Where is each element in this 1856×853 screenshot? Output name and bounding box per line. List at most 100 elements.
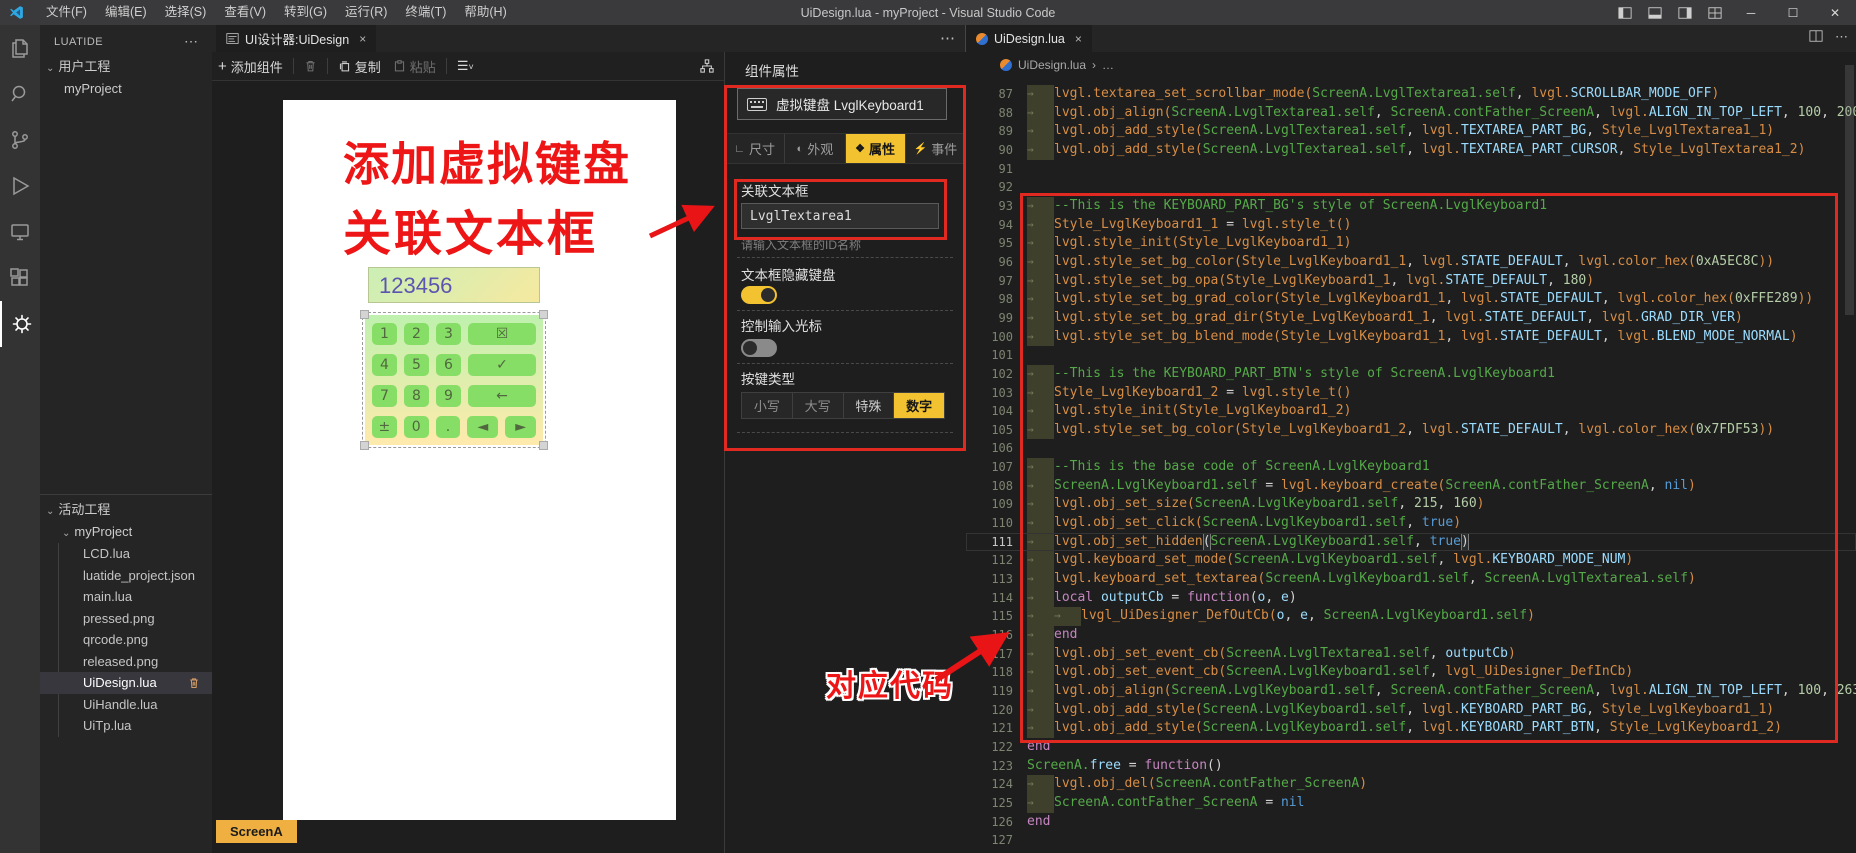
scrollbar-thumb[interactable]	[1845, 65, 1854, 315]
explorer-icon[interactable]	[0, 25, 40, 71]
code-line[interactable]: 111 → lvgl.obj_set_hidden(ScreenA.LvglKeyb…	[966, 532, 1856, 552]
code-line[interactable]: 116 → end	[966, 626, 1856, 645]
file-item[interactable]: LCD.lua	[40, 543, 212, 565]
resize-handle[interactable]	[360, 441, 369, 450]
code-line[interactable]: 89 → lvgl.obj_add_style(ScreenA.LvglTextar…	[966, 122, 1856, 141]
properties-tab-尺寸[interactable]: ∟ 尺寸	[725, 134, 786, 163]
toggle-secondary-sidebar-icon[interactable]	[1670, 0, 1700, 25]
code-line[interactable]: 98 → lvgl.style_set_bg_grad_color(Style_Lv…	[966, 290, 1856, 309]
file-item[interactable]: UiDesign.lua	[40, 672, 212, 694]
remote-explorer-icon[interactable]	[0, 209, 40, 255]
minimize-button[interactable]: ─	[1730, 0, 1772, 25]
component-list-button[interactable]: ☰˅	[457, 58, 474, 74]
tab-uidesign-lua[interactable]: UiDesign.lua ×	[966, 25, 1092, 52]
delete-component-button[interactable]	[304, 59, 317, 73]
key-button[interactable]: 2	[404, 323, 429, 345]
resize-handle[interactable]	[539, 310, 548, 319]
file-item[interactable]: luatide_project.json	[40, 565, 212, 587]
lvgl-textarea-widget[interactable]: 123456	[368, 267, 540, 303]
copy-button[interactable]: 复制	[338, 57, 381, 76]
code-line[interactable]: 121 → lvgl.obj_add_style(ScreenA.LvglKeybo…	[966, 719, 1856, 738]
code-line[interactable]: 110 → lvgl.obj_set_click(ScreenA.LvglKeybo…	[966, 514, 1856, 533]
key-type-option[interactable]: 大写	[793, 393, 844, 418]
code-line[interactable]: 125 → ScreenA.contFather_ScreenA = nil	[966, 793, 1856, 813]
code-line[interactable]: 88 → lvgl.obj_align(ScreenA.LvglTextarea1.…	[966, 103, 1856, 123]
code-line[interactable]: 101	[966, 346, 1856, 365]
code-line[interactable]: 104 → lvgl.style_init(Style_LvglKeyboard1_…	[966, 402, 1856, 421]
screen-tab-screena[interactable]: ScreenA	[216, 820, 297, 843]
paste-button[interactable]: 粘贴	[393, 57, 436, 76]
code-line[interactable]: 91	[966, 160, 1856, 179]
code-line[interactable]: 97 → lvgl.style_set_bg_opa(Style_LvglKeybo…	[966, 271, 1856, 291]
add-component-button[interactable]: + 添加组件	[218, 57, 283, 76]
key-button[interactable]: 6	[436, 354, 461, 376]
code-line[interactable]: 124 → lvgl.obj_del(ScreenA.contFather_Scre…	[966, 775, 1856, 794]
key-button[interactable]: ►	[505, 416, 536, 438]
toggle-sidebar-icon[interactable]	[1610, 0, 1640, 25]
code-line[interactable]: 115 → → lvgl_UiDesigner_DefOutCb(o, e, Scre…	[966, 607, 1856, 627]
key-button[interactable]: ☒	[468, 323, 536, 345]
file-item[interactable]: pressed.png	[40, 608, 212, 630]
code-area[interactable]: 87 → lvgl.textarea_set_scrollbar_mode(Scre…	[966, 85, 1856, 853]
code-line[interactable]: 117 → lvgl.obj_set_event_cb(ScreenA.LvglTe…	[966, 644, 1856, 664]
file-item[interactable]: main.lua	[40, 586, 212, 608]
code-line[interactable]: 106	[966, 439, 1856, 458]
code-line[interactable]: 127	[966, 831, 1856, 850]
key-button[interactable]: 8	[404, 385, 429, 407]
key-type-option[interactable]: 特殊	[844, 393, 895, 418]
code-line[interactable]: 114 → local outputCb = function(o, e)	[966, 588, 1856, 608]
key-button[interactable]: 9	[436, 385, 461, 407]
section-user-project[interactable]: ⌄ 用户工程	[40, 56, 212, 78]
close-button[interactable]: ✕	[1814, 0, 1856, 25]
key-button[interactable]: ◄	[467, 416, 499, 438]
key-button[interactable]: 5	[404, 354, 429, 376]
breadcrumb-more[interactable]: …	[1102, 58, 1114, 72]
code-line[interactable]: 100 → lvgl.style_set_bg_blend_mode(Style_L…	[966, 327, 1856, 347]
split-editor-icon[interactable]	[1809, 29, 1823, 46]
file-item[interactable]: released.png	[40, 651, 212, 673]
code-line[interactable]: 102 → --This is the KEYBOARD_PART_BTN's st…	[966, 364, 1856, 384]
resize-handle[interactable]	[539, 441, 548, 450]
code-line[interactable]: 105 → lvgl.style_set_bg_color(Style_LvglKe…	[966, 420, 1856, 440]
key-button[interactable]: 4	[372, 354, 397, 376]
run-debug-icon[interactable]	[0, 163, 40, 209]
sidebar-more-icon[interactable]: ⋯	[184, 33, 198, 50]
toggle-panel-icon[interactable]	[1640, 0, 1670, 25]
code-line[interactable]: 120 → lvgl.obj_add_style(ScreenA.LvglKeybo…	[966, 700, 1856, 720]
key-type-option[interactable]: 数字	[894, 393, 944, 418]
close-icon[interactable]: ×	[1075, 32, 1082, 46]
menu-item[interactable]: 帮助(H)	[455, 0, 515, 25]
properties-tab-外观[interactable]: ◐ 外观	[785, 134, 846, 163]
file-item[interactable]: qrcode.png	[40, 629, 212, 651]
code-line[interactable]: 109 → lvgl.obj_set_size(ScreenA.LvglKeyboa…	[966, 495, 1856, 515]
lvgl-keyboard-widget[interactable]: 1 2 3 ☒ 4 5 6 ✓ 7 8 9 ← ±0. ◄ ►	[360, 310, 548, 450]
code-line[interactable]: 112 → lvgl.keyboard_set_mode(ScreenA.LvglK…	[966, 551, 1856, 571]
control-cursor-toggle[interactable]	[741, 339, 777, 357]
selected-component-button[interactable]: 虚拟键盘 LvglKeyboard1	[737, 88, 947, 120]
menu-item[interactable]: 文件(F)	[37, 0, 96, 25]
code-line[interactable]: 95 → lvgl.style_init(Style_LvglKeyboard1_1…	[966, 234, 1856, 253]
menu-item[interactable]: 转到(G)	[275, 0, 336, 25]
designer-group-more-icon[interactable]: ⋯	[940, 29, 955, 47]
properties-tab-属性[interactable]: ❖ 属性	[845, 134, 906, 163]
resize-handle[interactable]	[360, 310, 369, 319]
menu-item[interactable]: 选择(S)	[156, 0, 216, 25]
code-line[interactable]: 99 → lvgl.style_set_bg_grad_dir(Style_Lvgl…	[966, 308, 1856, 328]
code-line[interactable]: 113 → lvgl.keyboard_set_textarea(ScreenA.L…	[966, 570, 1856, 589]
code-line[interactable]: 94 → Style_LvglKeyboard1_1 = lvgl.style_t(…	[966, 215, 1856, 235]
tree-item-myproject[interactable]: myProject	[40, 78, 212, 100]
design-canvas[interactable]: 添加虚拟键盘 关联文本框 123456 1 2 3 ☒ 4 5 6 ✓ 7 8 9 ← ±0. ◄ ►	[283, 100, 676, 820]
tree-item-active-myproject[interactable]: ⌄ myProject	[40, 521, 212, 543]
close-icon[interactable]: ×	[359, 32, 366, 46]
key-type-option[interactable]: 小写	[742, 393, 793, 418]
key-button[interactable]: 0	[403, 416, 429, 438]
key-button[interactable]: 3	[436, 323, 461, 345]
code-line[interactable]: 103 → Style_LvglKeyboard1_2 = lvgl.style_t…	[966, 383, 1856, 403]
code-line[interactable]: 96 → lvgl.style_set_bg_color(Style_LvglKey…	[966, 252, 1856, 272]
code-line[interactable]: 87 → lvgl.textarea_set_scrollbar_mode(Scre…	[966, 85, 1856, 104]
key-button[interactable]: 1	[372, 323, 397, 345]
key-button[interactable]: 7	[372, 385, 397, 407]
file-item[interactable]: UiTp.lua	[40, 715, 212, 737]
menu-item[interactable]: 编辑(E)	[96, 0, 156, 25]
key-button[interactable]: ±	[372, 416, 397, 438]
